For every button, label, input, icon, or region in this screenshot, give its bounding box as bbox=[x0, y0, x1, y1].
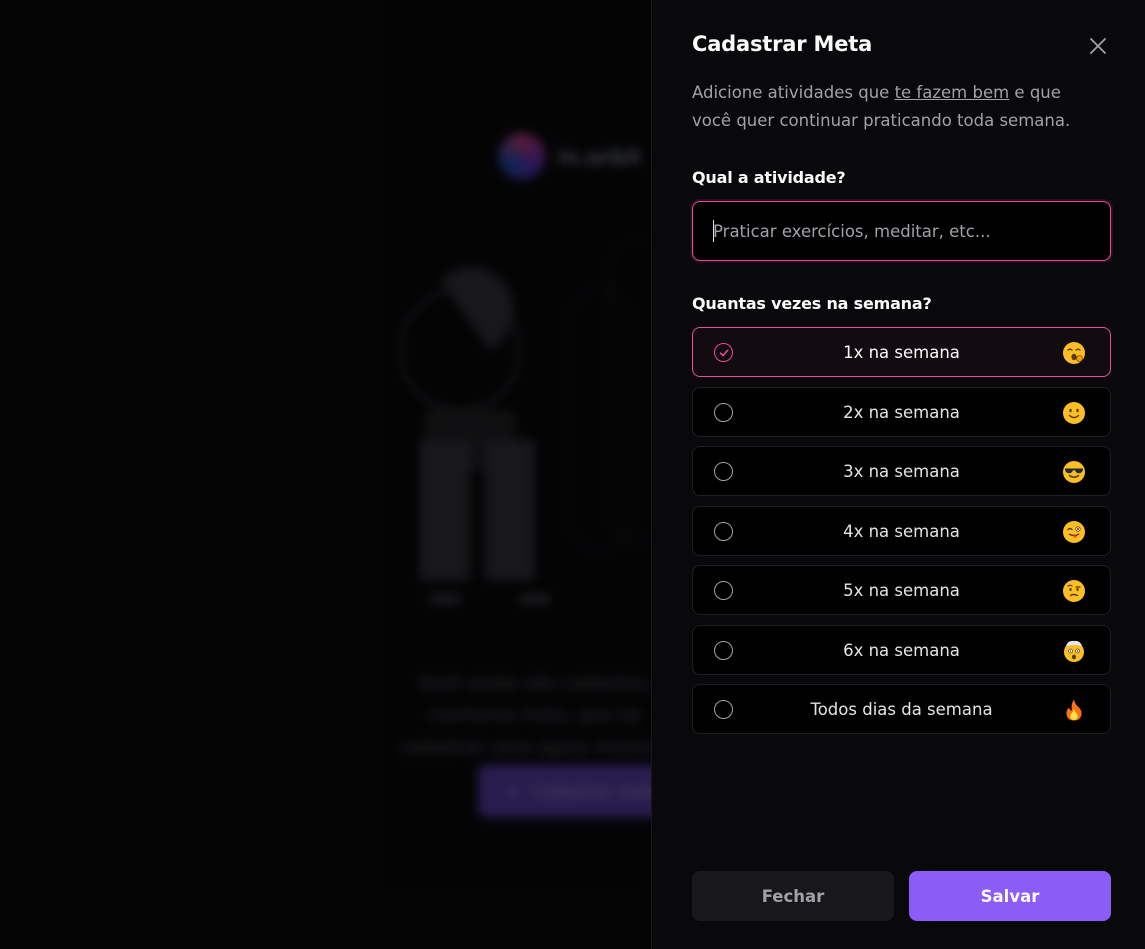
drawer-title: Cadastrar Meta bbox=[692, 32, 873, 56]
frequency-option-label: 4x na semana bbox=[843, 521, 960, 541]
frequency-option-label: 2x na semana bbox=[843, 402, 960, 422]
x-icon bbox=[1090, 38, 1106, 54]
create-goal-drawer: Cadastrar Meta Adicione atividades que t… bbox=[651, 0, 1145, 949]
frequency-option-1x[interactable]: 1x na semana bbox=[692, 327, 1111, 377]
frequency-option-label: 3x na semana bbox=[843, 461, 960, 481]
activity-label: Qual a atividade? bbox=[692, 168, 846, 187]
fire-icon bbox=[1066, 699, 1082, 721]
cancel-button[interactable]: Fechar bbox=[692, 871, 894, 921]
modal-overlay[interactable] bbox=[0, 0, 651, 949]
drawer-description: Adicione atividades que te fazem bem e q… bbox=[692, 79, 1092, 135]
text-caret bbox=[713, 220, 714, 242]
frequency-option-3x[interactable]: 3x na semana bbox=[692, 446, 1111, 496]
slightly-smiling-face-icon bbox=[1063, 402, 1085, 424]
winking-face-with-tongue-icon bbox=[1063, 521, 1085, 543]
sunglasses-face-icon bbox=[1063, 461, 1085, 483]
frequency-option-label: 1x na semana bbox=[843, 342, 960, 362]
frequency-label: Quantas vezes na semana? bbox=[692, 294, 932, 313]
frequency-option-label: 5x na semana bbox=[843, 580, 960, 600]
frequency-option-6x[interactable]: 6x na semana bbox=[692, 625, 1111, 675]
exploding-head-icon bbox=[1064, 640, 1084, 662]
frequency-option-2x[interactable]: 2x na semana bbox=[692, 387, 1111, 437]
yawning-face-icon bbox=[1063, 342, 1085, 364]
frequency-option-label: Todos dias da semana bbox=[810, 699, 993, 719]
description-highlight: te fazem bem bbox=[894, 83, 1010, 102]
description-text-start: Adicione atividades que bbox=[692, 83, 895, 102]
activity-input[interactable] bbox=[692, 201, 1111, 261]
frequency-option-4x[interactable]: 4x na semana bbox=[692, 506, 1111, 556]
frequency-option-label: 6x na semana bbox=[843, 640, 960, 660]
background-app: in.orbit Você ainda não cadastrou nenhum… bbox=[0, 0, 651, 949]
frequency-option-everyday[interactable]: Todos dias da semana bbox=[692, 684, 1111, 734]
frequency-option-5x[interactable]: 5x na semana bbox=[692, 565, 1111, 615]
raised-eyebrow-face-icon bbox=[1063, 580, 1085, 602]
close-drawer-button[interactable] bbox=[1086, 34, 1110, 58]
save-button[interactable]: Salvar bbox=[909, 871, 1111, 921]
